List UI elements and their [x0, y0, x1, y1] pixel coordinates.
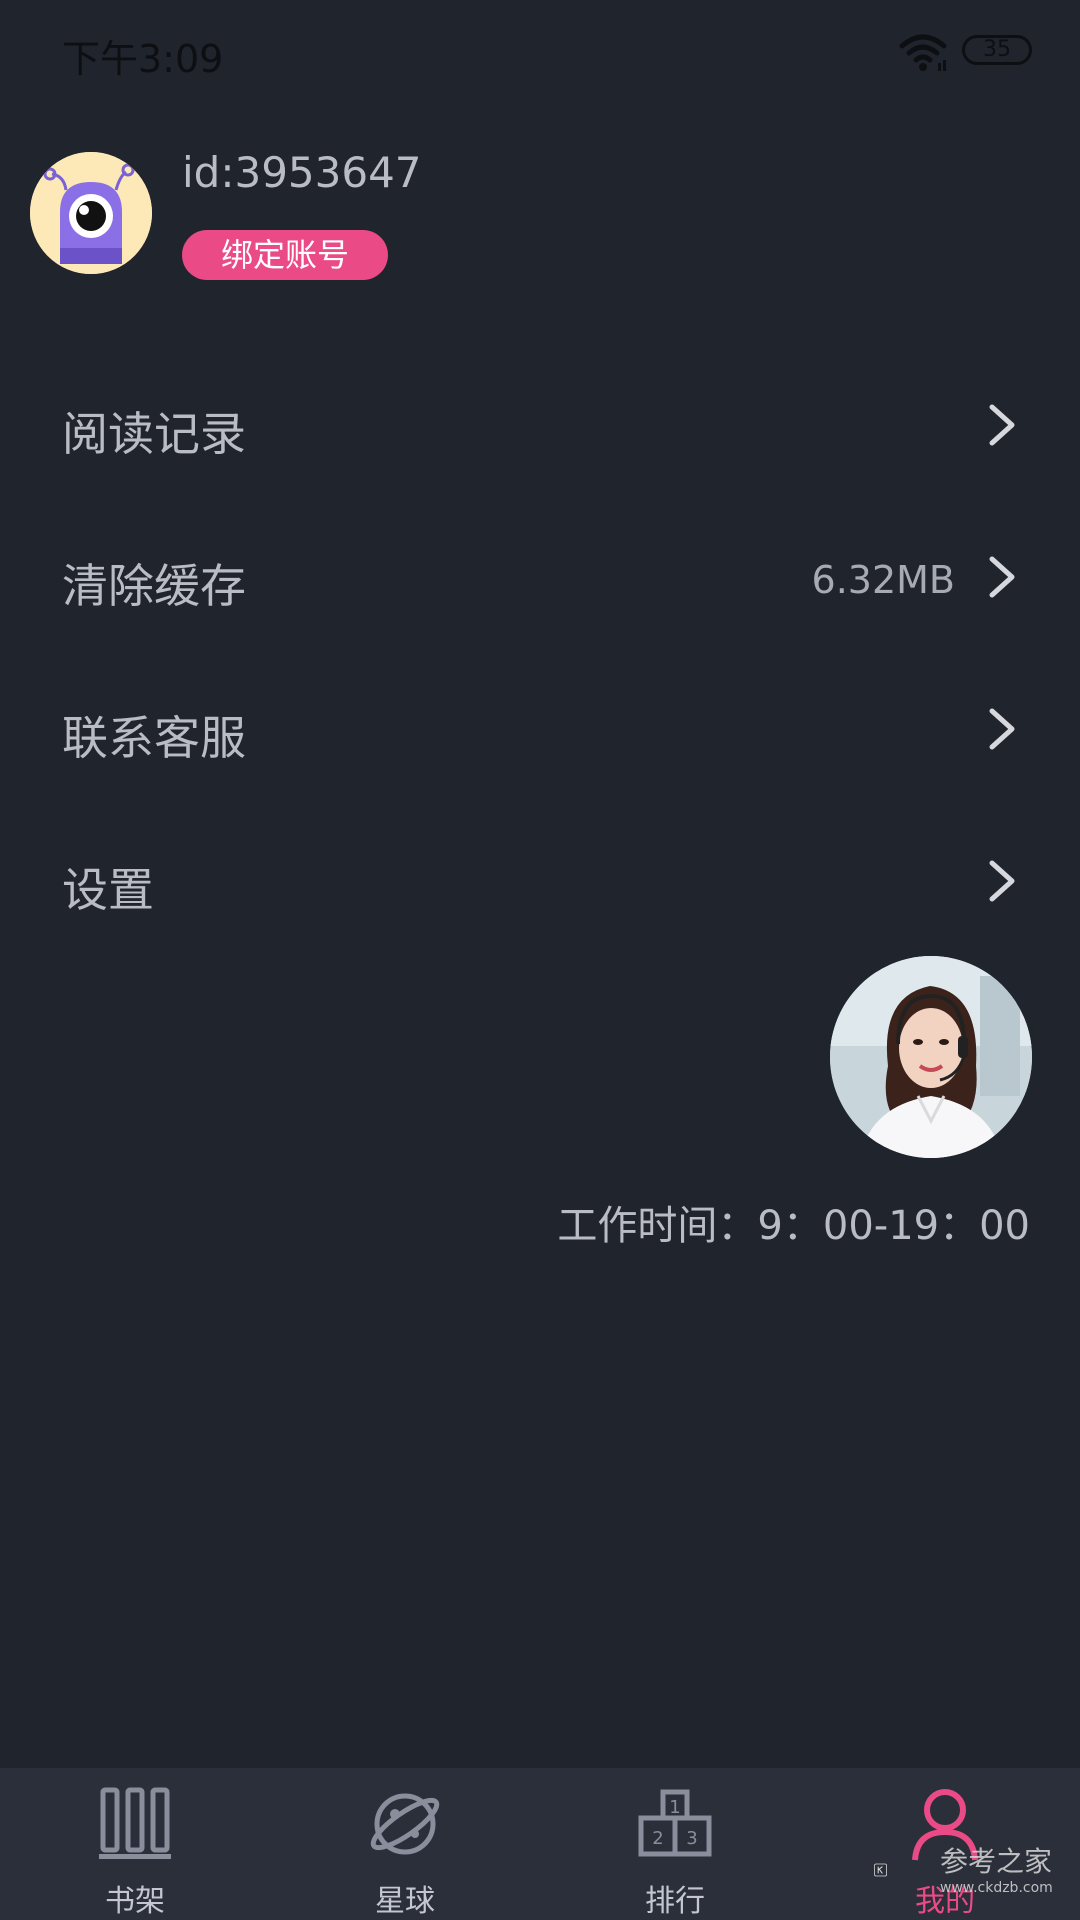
bookshelf-icon	[99, 1787, 171, 1859]
customer-service-agent-icon	[830, 956, 1032, 1158]
planet-icon	[370, 1793, 440, 1855]
nav-tab-ranking[interactable]: 1 2 3 排行	[540, 1768, 810, 1920]
battery-indicator: 35	[962, 35, 1032, 65]
svg-text:1: 1	[669, 1797, 680, 1818]
svg-text:3: 3	[686, 1828, 697, 1849]
nav-label: 排行	[645, 1884, 705, 1919]
nav-tab-planet[interactable]: 星球	[270, 1768, 540, 1920]
status-time: 下午3:09	[62, 37, 224, 81]
profile-screen: 下午3:09 35 id:3953647 绑定账号 阅读记录 清除缓存 6.32…	[0, 0, 1080, 1920]
menu-item-clear-cache[interactable]: 清除缓存 6.32MB	[0, 516, 1080, 636]
avatar[interactable]	[30, 152, 152, 274]
status-bar: 下午3:09 35	[0, 0, 1080, 100]
customer-service-avatar[interactable]	[830, 956, 1032, 1158]
monster-avatar-icon	[30, 152, 152, 274]
chevron-right-icon	[989, 708, 1015, 750]
svg-text:2: 2	[652, 1828, 663, 1849]
nav-label: 星球	[375, 1884, 435, 1919]
ranking-icon: 1 2 3	[638, 1789, 712, 1857]
bind-account-button[interactable]: 绑定账号	[182, 230, 388, 280]
nav-label: 书架	[105, 1884, 165, 1919]
watermark-text: 参考之家	[940, 1845, 1053, 1878]
menu-item-reading-history[interactable]: 阅读记录	[0, 364, 1080, 484]
menu-item-settings[interactable]: 设置	[0, 820, 1080, 940]
user-id: id:3953647	[182, 148, 422, 197]
menu-label: 阅读记录	[62, 407, 246, 461]
wifi-icon	[899, 34, 947, 71]
work-hours: 工作时间：9：00-19：00	[557, 1203, 1030, 1249]
chevron-right-icon	[989, 404, 1015, 446]
menu-label: 清除缓存	[62, 559, 246, 613]
menu-label: 设置	[62, 863, 154, 917]
cache-size: 6.32MB	[811, 558, 955, 602]
watermark-url: www.ckdzb.com	[940, 1880, 1053, 1896]
menu-label: 联系客服	[62, 711, 246, 765]
chevron-right-icon	[989, 556, 1015, 598]
watermark-logo-icon	[874, 1863, 887, 1877]
nav-tab-bookshelf[interactable]: 书架	[0, 1768, 270, 1920]
menu-item-contact-service[interactable]: 联系客服	[0, 668, 1080, 788]
chevron-right-icon	[989, 860, 1015, 902]
